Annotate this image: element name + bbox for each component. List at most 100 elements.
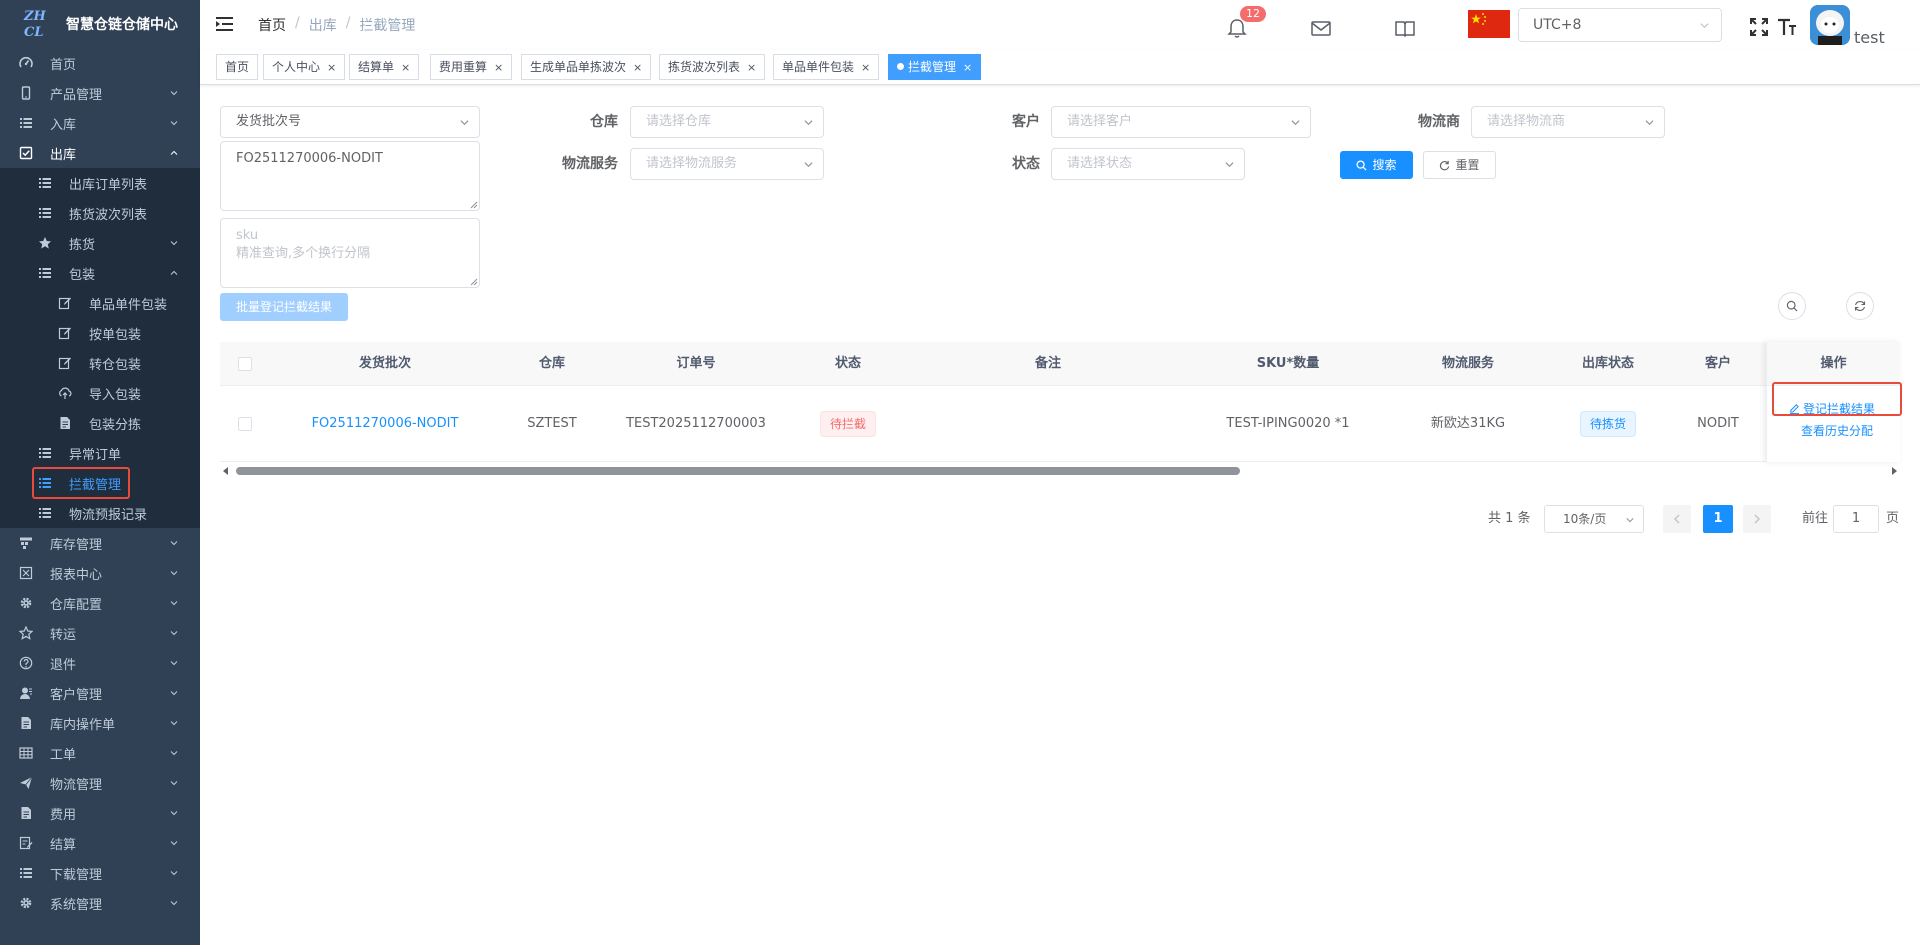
sidebar-item[interactable]: 出库订单列表 xyxy=(0,168,200,198)
tag-item[interactable]: 费用重算 × xyxy=(430,54,513,80)
page-number-current[interactable]: 1 xyxy=(1703,505,1733,533)
close-icon[interactable]: × xyxy=(963,61,972,74)
book-icon[interactable] xyxy=(1394,17,1416,39)
register-intercept-link[interactable]: 登记拦截结果 xyxy=(1789,400,1875,417)
tag-item[interactable]: 结算单 × xyxy=(349,54,420,80)
sidebar-item[interactable]: 拦截管理 xyxy=(0,468,200,498)
sidebar-item[interactable]: 包装分拣 xyxy=(0,408,200,438)
sidebar-item[interactable]: 产品管理 xyxy=(0,78,200,108)
search-button[interactable]: 搜索 xyxy=(1340,151,1413,179)
close-icon[interactable]: × xyxy=(861,61,870,74)
sidebar-item[interactable]: 客户管理 xyxy=(0,678,200,708)
sidebar-item[interactable]: 物流预报记录 xyxy=(0,498,200,528)
toggle-search-button[interactable] xyxy=(1778,292,1806,320)
row-checkbox[interactable] xyxy=(238,416,252,431)
sidebar-item[interactable]: 转仓包装 xyxy=(0,348,200,378)
column-header: 物流服务 xyxy=(1441,356,1494,371)
sidebar-item[interactable]: 退件 xyxy=(0,648,200,678)
tag-item[interactable]: 首页 xyxy=(216,54,259,80)
username[interactable]: test xyxy=(1854,28,1885,47)
close-icon[interactable]: × xyxy=(327,61,336,74)
batch-type-value: 发货批次号 xyxy=(236,114,302,129)
warehouse-select[interactable]: 请选择仓库 xyxy=(630,106,824,138)
batch-register-button[interactable]: 批量登记拦截结果 xyxy=(220,293,348,321)
table-row: FO2511270006-NODIT SZTEST TEST2025112700… xyxy=(220,386,1900,462)
sidebar-item[interactable]: 拣货波次列表 xyxy=(0,198,200,228)
list-icon xyxy=(19,116,33,130)
refresh-table-button[interactable] xyxy=(1846,292,1874,320)
tag-item[interactable]: 单品单件包装 × xyxy=(773,54,880,80)
sidebar-item[interactable]: 物流管理 xyxy=(0,768,200,798)
batch-number-textarea[interactable]: FO2511270006-NODIT xyxy=(220,141,480,211)
sidebar-item[interactable]: 费用 xyxy=(0,798,200,828)
breadcrumb-item-home[interactable]: 首页 xyxy=(258,15,286,35)
sidebar-item[interactable]: 结算 xyxy=(0,828,200,858)
status-select[interactable]: 请选择状态 xyxy=(1051,148,1245,180)
question-icon xyxy=(19,656,33,670)
tag-item[interactable]: 个人中心 × xyxy=(263,54,346,80)
batch-register-label: 批量登记拦截结果 xyxy=(235,300,332,314)
horizontal-scrollbar[interactable] xyxy=(220,464,1900,478)
sidebar-item[interactable]: 拣货 xyxy=(0,228,200,258)
sidebar-item[interactable]: 包装 xyxy=(0,258,200,288)
pagination: 共 1 条 10条/页 1 前往 1 页 xyxy=(200,505,1900,533)
sidebar-item[interactable]: 库存管理 xyxy=(0,528,200,558)
close-icon[interactable]: × xyxy=(633,61,642,74)
sidebar-item-label: 转运 xyxy=(50,627,77,643)
sidebar-item[interactable]: 库内操作单 xyxy=(0,708,200,738)
tag-item[interactable]: 拣货波次列表 × xyxy=(659,54,766,80)
breadcrumb-item-outbound[interactable]: 出库 xyxy=(309,15,337,35)
next-page-button[interactable] xyxy=(1743,505,1771,533)
carrier-select[interactable]: 请选择物流商 xyxy=(1471,106,1665,138)
chevron-down-icon xyxy=(170,661,178,666)
select-all-checkbox[interactable] xyxy=(238,356,252,371)
goto-page-input[interactable]: 1 xyxy=(1833,505,1879,533)
tag-item[interactable]: 生成单品单拣波次 × xyxy=(521,54,652,80)
page-size-select[interactable]: 10条/页 xyxy=(1544,505,1644,533)
sidebar-item[interactable]: 单品单件包装 xyxy=(0,288,200,318)
chevron-down-icon xyxy=(804,120,813,126)
resize-grip-icon xyxy=(470,201,478,209)
view-history-link[interactable]: 查看历史分配 xyxy=(1801,422,1873,439)
close-icon[interactable]: × xyxy=(401,61,410,74)
chevron-down-icon xyxy=(170,541,178,546)
sidebar-menu: 首页 产品管理 入库 出库 出库订单列表 拣货波次列表 拣货包装单品单件包装 按单包装 转仓包装… xyxy=(0,48,200,918)
reset-button[interactable]: 重置 xyxy=(1423,151,1496,179)
service-select[interactable]: 请选择物流服务 xyxy=(630,148,824,180)
chevron-down-icon xyxy=(170,691,178,696)
sidebar-item[interactable]: 导入包装 xyxy=(0,378,200,408)
document-icon xyxy=(19,716,33,730)
sidebar-item[interactable]: 报表中心 xyxy=(0,558,200,588)
sidebar-item[interactable]: 工单 xyxy=(0,738,200,768)
avatar[interactable] xyxy=(1810,5,1850,45)
close-icon[interactable]: × xyxy=(494,61,503,74)
logo-mark: ZH CL xyxy=(22,7,52,41)
mail-icon[interactable] xyxy=(1310,17,1332,39)
batch-type-select[interactable]: 发货批次号 xyxy=(220,106,480,138)
sidebar-item[interactable]: 转运 xyxy=(0,618,200,648)
sidebar-item-label: 包装 xyxy=(69,267,96,283)
fullscreen-icon[interactable] xyxy=(1748,16,1770,38)
sidebar-item[interactable]: 入库 xyxy=(0,108,200,138)
prev-page-button[interactable] xyxy=(1663,505,1691,533)
sidebar-item[interactable]: 系统管理 xyxy=(0,888,200,918)
status-placeholder: 请选择状态 xyxy=(1067,156,1133,171)
sidebar-item[interactable]: 异常订单 xyxy=(0,438,200,468)
font-size-icon[interactable] xyxy=(1776,16,1798,38)
sidebar-item[interactable]: 仓库配置 xyxy=(0,588,200,618)
column-header: 操作 xyxy=(1767,342,1900,386)
batch-link[interactable]: FO2511270006-NODIT xyxy=(270,386,500,462)
hamburger-icon[interactable] xyxy=(216,16,234,32)
close-icon[interactable]: × xyxy=(747,61,756,74)
gear-icon xyxy=(19,896,33,910)
chevron-down-icon xyxy=(170,811,178,816)
sku-textarea[interactable]: sku 精准查询,多个换行分隔 xyxy=(220,218,480,288)
sidebar-item[interactable]: 出库 xyxy=(0,138,200,168)
timezone-select[interactable]: UTC+8 xyxy=(1518,8,1722,42)
tag-item[interactable]: 拦截管理 × xyxy=(888,54,982,80)
sidebar-item[interactable]: 首页 xyxy=(0,48,200,78)
china-flag-icon[interactable] xyxy=(1468,10,1510,38)
sidebar-item[interactable]: 按单包装 xyxy=(0,318,200,348)
customer-select[interactable]: 请选择客户 xyxy=(1051,106,1311,138)
sidebar-item[interactable]: 下载管理 xyxy=(0,858,200,888)
